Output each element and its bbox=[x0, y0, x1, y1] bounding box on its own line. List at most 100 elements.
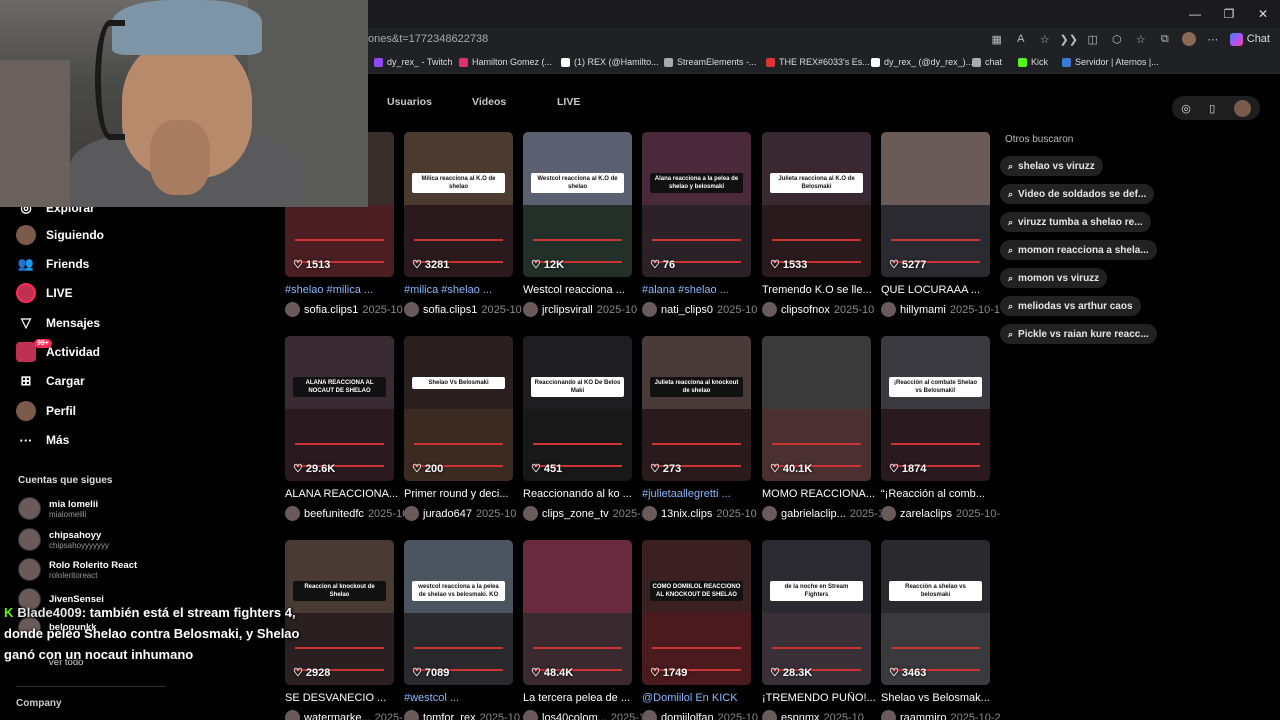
avatar[interactable] bbox=[523, 506, 538, 521]
video-thumbnail[interactable]: Shelao Vs Belosmaki ♡ 200 bbox=[404, 336, 513, 481]
video-title[interactable]: #milica #shelao ... bbox=[404, 284, 521, 296]
avatar[interactable] bbox=[285, 710, 300, 720]
video-thumbnail[interactable]: Alana reacciona a la pelea de shelao y b… bbox=[642, 132, 751, 277]
avatar[interactable] bbox=[642, 710, 657, 720]
sidebar-item-friends[interactable]: 👥 Friends bbox=[16, 253, 89, 275]
video-thumbnail[interactable]: Milica reacciona al K.O de shelao ♡ 3281 bbox=[404, 132, 513, 277]
bookmark-item[interactable]: StreamElements -... bbox=[664, 57, 757, 67]
video-thumbnail[interactable]: Julieta reacciona al K.O de Belosmaki ♡ 15… bbox=[762, 132, 871, 277]
video-card[interactable]: ¡Reacción al combate Shelao vs Belosmaki… bbox=[881, 336, 1000, 521]
video-thumbnail[interactable]: ♡ 48.4K bbox=[523, 540, 632, 685]
avatar[interactable] bbox=[881, 302, 896, 317]
apps-icon[interactable]: ▦ bbox=[988, 30, 1006, 48]
video-title[interactable]: ALANA REACCIONA... bbox=[285, 488, 402, 500]
video-author[interactable]: beefunitedfc bbox=[304, 508, 364, 520]
video-thumbnail[interactable]: ♡ 40.1K bbox=[762, 336, 871, 481]
video-title[interactable]: Westcol reacciona ... bbox=[523, 284, 640, 296]
more-options-icon[interactable]: ⋯ bbox=[1204, 30, 1222, 48]
bookmark-item[interactable]: THE REX#6033's Es... bbox=[766, 57, 870, 67]
sidebar-item-live[interactable]: LIVE bbox=[16, 282, 73, 304]
avatar[interactable] bbox=[285, 302, 300, 317]
avatar[interactable] bbox=[404, 302, 419, 317]
video-title[interactable]: MOMO REACCIONA... bbox=[762, 488, 879, 500]
bookmark-item[interactable]: Kick bbox=[1018, 57, 1048, 67]
video-title[interactable]: Reaccionando al ko ... bbox=[523, 488, 640, 500]
sidebar-item-actividad[interactable]: 99+ Actividad bbox=[16, 339, 100, 363]
following-account[interactable]: Rolo Rolerito React rololeritoreact bbox=[18, 558, 137, 581]
video-title[interactable]: La tercera pelea de ... bbox=[523, 692, 640, 704]
video-thumbnail[interactable]: ♡ 5277 bbox=[881, 132, 990, 277]
video-title[interactable]: #shelao #milica ... bbox=[285, 284, 402, 296]
extensions-icon[interactable]: ⬡ bbox=[1108, 30, 1126, 48]
user-avatar[interactable] bbox=[1233, 99, 1251, 117]
video-author[interactable]: domiilolfan bbox=[661, 712, 714, 720]
bookmark-item[interactable]: dy_rex_ - Twitch bbox=[374, 57, 452, 67]
video-thumbnail[interactable]: de la noche en Stream Fighters ♡ 28.3K bbox=[762, 540, 871, 685]
profile-avatar[interactable] bbox=[1180, 30, 1198, 48]
bookmark-item[interactable]: Hamilton Gomez (... bbox=[459, 57, 552, 67]
star-icon[interactable]: ☆ bbox=[1036, 30, 1054, 48]
video-card[interactable]: Reacción a shelao vs belosmaki ♡ 3463 Shela… bbox=[881, 540, 1000, 720]
restore-icon[interactable]: ❐ bbox=[1212, 0, 1246, 28]
video-author[interactable]: gabrielaclip... bbox=[781, 508, 846, 520]
avatar[interactable] bbox=[642, 302, 657, 317]
avatar[interactable] bbox=[285, 506, 300, 521]
video-card[interactable]: Reaccionando al KO De Belos Maki ♡ 451 Reac… bbox=[523, 336, 642, 521]
video-thumbnail[interactable]: westcol reacciona a la pelea de shelao v… bbox=[404, 540, 513, 685]
sidebar-item-cargar[interactable]: ⊞ Cargar bbox=[16, 370, 85, 392]
video-thumbnail[interactable]: ALANA REACCIONA AL NOCAUT DE SHELAO ♡ 29.6… bbox=[285, 336, 394, 481]
sidebar-item-mensajes[interactable]: ▽ Mensajes bbox=[16, 312, 100, 334]
translate-icon[interactable]: A bbox=[1012, 30, 1030, 48]
avatar[interactable] bbox=[523, 710, 538, 720]
sidebar-item-siguiendo[interactable]: Siguiendo bbox=[16, 224, 104, 246]
sidebar-item-ms[interactable]: ··· Más bbox=[16, 429, 70, 451]
video-title[interactable]: SE DESVANECIO ... bbox=[285, 692, 402, 704]
search-suggestion[interactable]: ⌕ Pickle vs raian kure reacc... bbox=[1000, 324, 1157, 344]
bookmark-item[interactable]: Servidor | Aternos |... bbox=[1062, 57, 1159, 67]
avatar[interactable] bbox=[762, 506, 777, 521]
video-card[interactable]: Shelao Vs Belosmaki ♡ 200 Primer round y de… bbox=[404, 336, 516, 521]
video-author[interactable]: jurado647 bbox=[423, 508, 472, 520]
search-suggestion[interactable]: ⌕ Video de soldados se def... bbox=[1000, 184, 1155, 204]
avatar[interactable] bbox=[762, 710, 777, 720]
following-account[interactable]: mia lomelii mialomelili bbox=[18, 497, 98, 520]
video-title[interactable]: “¡Reacción al comb... bbox=[881, 488, 998, 500]
video-author[interactable]: hillymami bbox=[900, 304, 946, 316]
video-card[interactable]: COMO DOMIILOL REACCIONO AL KNOCKOUT DE S… bbox=[642, 540, 758, 720]
video-thumbnail[interactable]: Reacción a shelao vs belosmaki ♡ 3463 bbox=[881, 540, 990, 685]
search-suggestion[interactable]: ⌕ meliodas vs arthur caos bbox=[1000, 296, 1141, 316]
video-thumbnail[interactable]: Westcol reacciona al K.O de shelao ♡ 12K bbox=[523, 132, 632, 277]
avatar[interactable] bbox=[762, 302, 777, 317]
bookmark-item[interactable]: (1) REX (@Hamilto... bbox=[561, 57, 659, 67]
video-author[interactable]: 13nix.clips bbox=[661, 508, 712, 520]
tab-live[interactable]: LIVE bbox=[557, 96, 580, 108]
video-title[interactable]: ¡TREMENDO PUÑO!... bbox=[762, 692, 879, 704]
video-thumbnail[interactable]: Julieta reacciona al knockout de shelao ♡… bbox=[642, 336, 751, 481]
tab-usuarios[interactable]: Usuarios bbox=[387, 96, 432, 108]
sidebar-item-perfil[interactable]: Perfil bbox=[16, 400, 76, 422]
video-card[interactable]: ALANA REACCIONA AL NOCAUT DE SHELAO ♡ 29.6… bbox=[285, 336, 404, 521]
favorites-icon[interactable]: ☆ bbox=[1132, 30, 1150, 48]
video-author[interactable]: raammiro bbox=[900, 712, 946, 720]
video-author[interactable]: los40colom... bbox=[542, 712, 607, 720]
video-card[interactable]: Westcol reacciona al K.O de shelao ♡ 12K We… bbox=[523, 132, 637, 317]
video-author[interactable]: jrclipsvirall bbox=[542, 304, 593, 316]
video-title[interactable]: #alana #shelao ... bbox=[642, 284, 759, 296]
tab-videos[interactable]: Videos bbox=[472, 96, 506, 108]
device-icon[interactable]: ▯ bbox=[1209, 102, 1215, 115]
video-author[interactable]: espnmx bbox=[781, 712, 820, 720]
read-aloud-icon[interactable]: ❯❯ bbox=[1060, 30, 1078, 48]
video-card[interactable]: de la noche en Stream Fighters ♡ 28.3K ¡TRE… bbox=[762, 540, 876, 720]
video-card[interactable]: Julieta reacciona al knockout de shelao ♡… bbox=[642, 336, 757, 521]
video-card[interactable]: ♡5277 QUE LOCURAAA ... hillymami2025-10-18 bbox=[881, 132, 1000, 317]
video-author[interactable]: sofia.clips1 bbox=[304, 304, 358, 316]
video-card[interactable]: westcol reacciona a la pelea de shelao v… bbox=[404, 540, 520, 720]
video-author[interactable]: zarelaclips bbox=[900, 508, 952, 520]
video-author[interactable]: nati_clips0 bbox=[661, 304, 713, 316]
video-thumbnail[interactable]: Reaccionando al KO De Belos Maki ♡ 451 bbox=[523, 336, 632, 481]
video-author[interactable]: tomfor_rex bbox=[423, 712, 476, 720]
video-title[interactable]: #westcol ... bbox=[404, 692, 521, 704]
video-title[interactable]: #julietaallegretti ... bbox=[642, 488, 759, 500]
avatar[interactable] bbox=[881, 710, 896, 720]
bookmark-item[interactable]: dy_rex_ (@dy_rex_)... bbox=[871, 57, 973, 67]
